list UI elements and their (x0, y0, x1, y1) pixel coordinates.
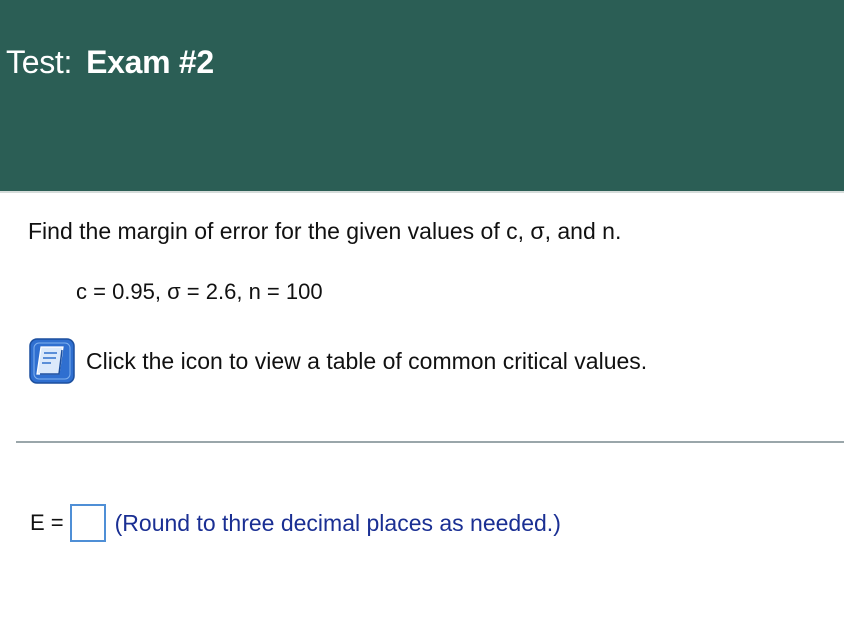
margin-of-error-input[interactable] (69, 504, 106, 542)
test-title-label: Test: (6, 44, 73, 80)
test-header: Test: Exam #2 (0, 0, 844, 193)
answer-row: E = (Round to three decimal places as ne… (30, 503, 561, 543)
question-prompt: Find the margin of error for the given v… (28, 218, 622, 244)
test-name: Exam #2 (86, 44, 214, 80)
given-values: c = 0.95, σ = 2.6, n = 100 (76, 279, 323, 304)
rounding-hint: (Round to three decimal places as needed… (114, 509, 561, 536)
book-icon[interactable] (29, 338, 75, 384)
test-title: Test: Exam #2 (6, 44, 214, 81)
critical-values-link-text[interactable]: Click the icon to view a table of common… (86, 348, 647, 375)
answer-label: E = (30, 510, 64, 535)
critical-values-link[interactable]: Click the icon to view a table of common… (29, 338, 647, 384)
section-divider (16, 441, 844, 443)
